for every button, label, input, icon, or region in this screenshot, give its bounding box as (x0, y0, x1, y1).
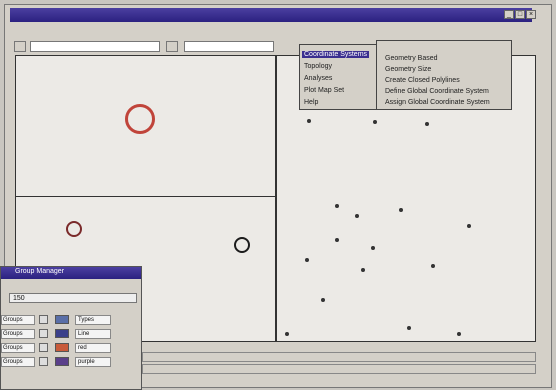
point-marker[interactable] (431, 264, 435, 268)
group-row-name[interactable]: Line (75, 329, 111, 339)
toolbar-left-field[interactable] (30, 41, 160, 52)
group-row-label: Groups (1, 315, 35, 325)
dropdown-item-topology[interactable]: Topology (304, 63, 332, 70)
point-marker[interactable] (371, 246, 375, 250)
group-row-color-swatch[interactable] (55, 315, 69, 324)
group-row-checkbox[interactable] (39, 315, 48, 324)
dropdown-item-analyses[interactable]: Analyses (304, 75, 332, 82)
group-row-checkbox[interactable] (39, 343, 48, 352)
point-marker[interactable] (335, 204, 339, 208)
dropdown-item-coordinate-systems[interactable]: Coordinate Systems (302, 51, 370, 58)
group-row-label: Groups (1, 343, 35, 353)
toolbar-mid-field[interactable] (184, 41, 274, 52)
toolbar-button[interactable] (166, 41, 178, 52)
horizontal-scrollbar[interactable] (142, 364, 536, 374)
submenu: Geometry Based Geometry Size Create Clos… (376, 40, 512, 110)
point-marker[interactable] (355, 214, 359, 218)
submenu-item-define-global-coordinate-system[interactable]: Define Global Coordinate System (385, 88, 489, 95)
point-marker[interactable] (285, 332, 289, 336)
dropdown-item-help[interactable]: Help (304, 99, 318, 106)
maximize-button[interactable]: □ (515, 10, 525, 19)
group-row-checkbox[interactable] (39, 357, 48, 366)
group-row-color-swatch[interactable] (55, 329, 69, 338)
group-row-name[interactable]: red (75, 343, 111, 353)
dark-red-ring-shape[interactable] (66, 221, 82, 237)
point-marker[interactable] (457, 332, 461, 336)
submenu-item-geometry-based[interactable]: Geometry Based (385, 55, 438, 62)
group-manager-panel: Group Manager 150 Groups Types Groups Li… (0, 266, 142, 390)
point-marker[interactable] (307, 119, 311, 123)
point-marker[interactable] (425, 122, 429, 126)
submenu-item-create-closed-polylines[interactable]: Create Closed Polylines (385, 77, 460, 84)
group-row-label: Groups (1, 329, 35, 339)
dropdown-menu: Coordinate Systems Topology Analyses Plo… (299, 44, 377, 110)
black-ring-shape[interactable] (234, 237, 250, 253)
submenu-item-geometry-size[interactable]: Geometry Size (385, 66, 431, 73)
point-marker[interactable] (361, 268, 365, 272)
point-marker[interactable] (305, 258, 309, 262)
group-row-color-swatch[interactable] (55, 357, 69, 366)
submenu-item-assign-global-coordinate-system[interactable]: Assign Global Coordinate System (385, 99, 490, 106)
toolbar-button[interactable] (14, 41, 26, 52)
point-marker[interactable] (335, 238, 339, 242)
group-row-name[interactable]: Types (75, 315, 111, 325)
menu-bar (10, 24, 540, 36)
close-button[interactable]: × (526, 10, 536, 19)
point-marker[interactable] (321, 298, 325, 302)
group-row-checkbox[interactable] (39, 329, 48, 338)
dropdown-item-plot-map-set[interactable]: Plot Map Set (304, 87, 344, 94)
red-ring-shape[interactable] (125, 104, 155, 134)
panel-title: Group Manager (15, 268, 65, 275)
minimize-button[interactable]: _ (504, 10, 514, 19)
point-marker[interactable] (407, 326, 411, 330)
point-marker[interactable] (399, 208, 403, 212)
viewport-top-left[interactable] (15, 55, 276, 197)
title-bar[interactable]: _ □ × (10, 8, 536, 22)
point-marker[interactable] (373, 120, 377, 124)
group-row-label: Groups (1, 357, 35, 367)
status-bar (142, 352, 536, 362)
group-row-name[interactable]: purple (75, 357, 111, 367)
group-row-color-swatch[interactable] (55, 343, 69, 352)
panel-title-bar[interactable]: Group Manager (1, 267, 141, 279)
point-marker[interactable] (467, 224, 471, 228)
panel-value-field[interactable]: 150 (9, 293, 137, 303)
